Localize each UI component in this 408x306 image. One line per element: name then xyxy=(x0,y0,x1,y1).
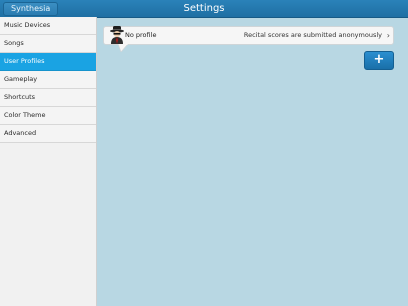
sidebar-item-advanced[interactable]: Advanced xyxy=(0,125,96,143)
sidebar-item-music-devices[interactable]: Music Devices xyxy=(0,17,96,35)
profile-selector[interactable]: No profile Recital scores are submitted … xyxy=(103,26,394,52)
speech-tail-icon xyxy=(118,44,128,52)
sidebar-item-color-theme[interactable]: Color Theme xyxy=(0,107,96,125)
profile-name: No profile xyxy=(125,31,157,39)
sidebar-item-shortcuts[interactable]: Shortcuts xyxy=(0,89,96,107)
anonymous-user-icon xyxy=(110,26,124,44)
page-title: Settings xyxy=(183,3,225,14)
top-bar: Synthesia Settings xyxy=(0,0,408,18)
settings-sidebar: Music Devices Songs User Profiles Gamepl… xyxy=(0,17,97,306)
chevron-right-icon: › xyxy=(386,31,390,40)
sidebar-item-user-profiles[interactable]: User Profiles xyxy=(0,53,96,71)
sidebar-item-gameplay[interactable]: Gameplay xyxy=(0,71,96,89)
sidebar-item-songs[interactable]: Songs xyxy=(0,35,96,53)
profile-status-text: Recital scores are submitted anonymously xyxy=(243,31,382,39)
add-profile-button[interactable]: + xyxy=(364,51,394,70)
